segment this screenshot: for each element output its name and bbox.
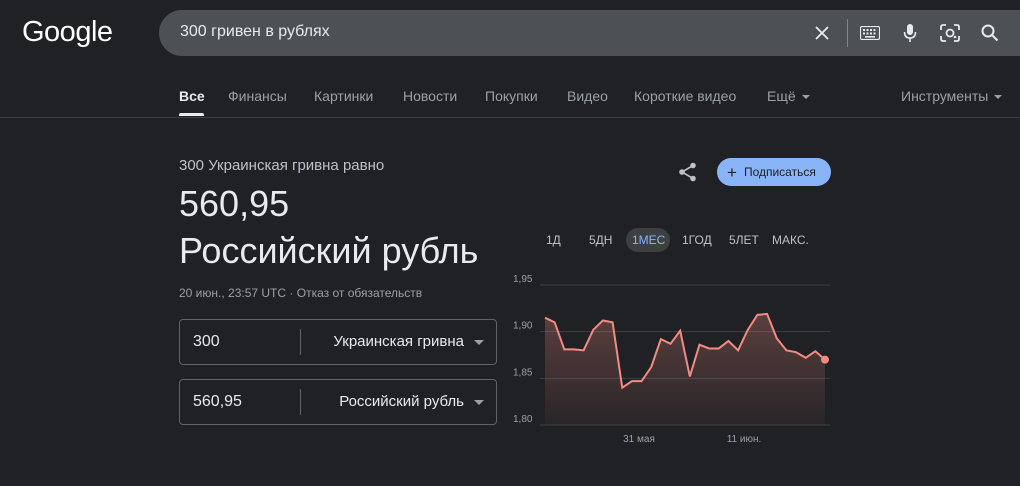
y-tick-label: 1,85	[513, 367, 533, 378]
range-5d[interactable]: 5ДН	[589, 233, 612, 247]
y-tick-label: 1,90	[513, 321, 533, 332]
search-bar[interactable]: 300 гривен в рублях	[159, 10, 1020, 56]
range-max[interactable]: МАКС.	[772, 233, 809, 247]
rate-timestamp-line: 20 июн., 23:57 UTC · Отказ от обязательс…	[179, 286, 422, 300]
from-currency-row: 300 Украинская гривна	[179, 319, 497, 365]
tools-label: Инструменты	[901, 88, 989, 104]
subscribe-button[interactable]: + Подписаться	[717, 158, 831, 186]
y-tick-label: 1,95	[513, 274, 533, 285]
to-currency-select[interactable]: Российский рубль	[339, 393, 464, 410]
disclaimer-link[interactable]: Отказ от обязательств	[297, 286, 422, 300]
field-divider	[300, 389, 301, 415]
search-input[interactable]: 300 гривен в рублях	[180, 23, 330, 41]
dropdown-arrow-icon[interactable]	[474, 340, 484, 345]
rate-timestamp: 20 июн., 23:57 UTC	[179, 286, 287, 300]
from-amount-input[interactable]: 300	[193, 333, 220, 351]
tab-news[interactable]: Новости	[403, 88, 457, 104]
tab-more-label: Ещё	[767, 88, 796, 104]
dropdown-arrow-icon[interactable]	[474, 400, 484, 405]
to-currency-row: 560,95 Российский рубль	[179, 379, 497, 425]
tab-images[interactable]: Картинки	[314, 88, 373, 104]
tab-all[interactable]: Все	[179, 88, 205, 104]
exchange-rate-chart[interactable]: 1,95 1,90 1,85 1,80 31 мая 11 июн.	[505, 270, 835, 450]
share-icon[interactable]	[677, 161, 701, 185]
tab-videos[interactable]: Видео	[567, 88, 608, 104]
search-icon[interactable]	[978, 21, 1002, 45]
conversion-equals-label: 300 Украинская гривна равно	[179, 157, 385, 174]
series-area	[545, 313, 825, 425]
chevron-down-icon	[801, 95, 810, 100]
keyboard-icon[interactable]	[858, 21, 882, 45]
chevron-down-icon	[994, 95, 1003, 100]
tab-short-videos[interactable]: Короткие видео	[634, 88, 736, 104]
subscribe-label: Подписаться	[743, 165, 816, 179]
range-1y[interactable]: 1ГОД	[682, 233, 712, 247]
clear-icon[interactable]	[810, 21, 834, 45]
microphone-icon[interactable]	[898, 21, 922, 45]
x-tick-label: 11 июн.	[727, 434, 762, 445]
range-5y[interactable]: 5ЛЕТ	[729, 233, 759, 247]
from-currency-select[interactable]: Украинская гривна	[333, 333, 464, 350]
conversion-result-currency: Российский рубль	[179, 230, 479, 271]
google-logo[interactable]: Google	[22, 16, 113, 49]
search-tabs: Все Финансы Картинки Новости Покупки Вид…	[0, 80, 1020, 118]
timestamp-separator: ·	[289, 286, 297, 300]
to-amount-input[interactable]: 560,95	[193, 393, 242, 411]
tab-more[interactable]: Ещё	[767, 88, 810, 104]
tab-shopping[interactable]: Покупки	[485, 88, 538, 104]
range-1m[interactable]: 1МЕС	[632, 233, 665, 247]
google-results-page: Google 300 гривен в рублях Все Финансы К…	[0, 0, 1020, 486]
tab-finance[interactable]: Финансы	[228, 88, 287, 104]
plus-icon: +	[727, 162, 737, 182]
y-tick-label: 1,80	[513, 414, 533, 425]
field-divider	[300, 329, 301, 355]
conversion-result-value: 560,95	[179, 183, 290, 224]
active-tab-indicator	[179, 113, 204, 116]
last-value-point	[821, 355, 829, 364]
range-1d[interactable]: 1Д	[546, 233, 561, 247]
tools-button[interactable]: Инструменты	[901, 88, 1003, 104]
lens-camera-icon[interactable]	[938, 21, 962, 45]
x-tick-label: 31 мая	[623, 434, 655, 445]
search-divider	[847, 19, 848, 47]
